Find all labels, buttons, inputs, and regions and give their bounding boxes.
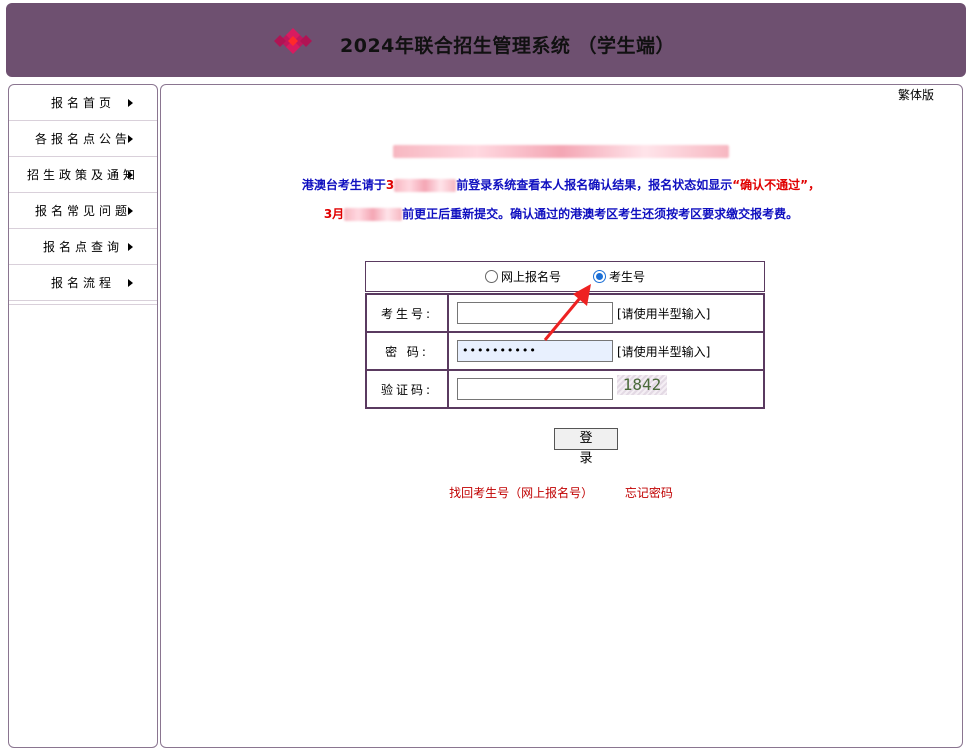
forgot-password-link[interactable]: 忘记密码 [625,486,673,500]
half-width-hint: [请使用半型输入] [617,344,711,359]
notice-line-3: 3月 前更正后重新提交。确认通过的港澳考区考生还须按考区要求缴交报考费。 [161,205,961,222]
sidebar-item-label: 报名流程 [50,276,115,290]
page-title: 2024年联合招生管理系统 （学生端） [340,35,675,57]
sidebar-item-announcements[interactable]: 各报名点公告 [9,121,157,157]
notice-text: 前登录系统查看本人报名确认结果，报名状态如显示 [456,178,733,192]
redacted-block [344,208,403,221]
notice-text: 港澳台考生请于 [301,178,386,192]
captcha-input[interactable] [457,378,613,400]
chevron-right-icon [128,170,133,179]
sidebar-item-process[interactable]: 报名流程 [9,265,157,301]
password-label: 密 码: [366,332,448,370]
notice-date: 3月 [323,207,345,221]
redacted-block [394,179,457,192]
redacted-block [393,145,729,158]
notice-highlight: “确认不通过”， [732,178,821,192]
main-panel: 繁体版 港澳台考生请于3 前登录系统查看本人报名确认结果，报名状态如显示“确认不通… [160,84,963,748]
traditional-chinese-link[interactable]: 繁体版 [898,86,934,103]
login-button[interactable]: 登 录 [554,428,618,466]
chevron-right-icon [128,134,133,143]
chevron-right-icon [128,278,133,287]
sidebar-item-label: 报名常见问题 [34,204,131,218]
chevron-right-icon [128,242,133,251]
exam-no-label: 考生号: [366,294,448,332]
captcha-image[interactable]: 1842 [617,375,667,395]
half-width-hint: [请使用半型输入] [617,306,711,321]
sidebar-item-label: 报名首页 [50,96,115,110]
recover-exam-no-link[interactable]: 找回考生号（网上报名号） [449,486,593,500]
chevron-right-icon [128,206,133,215]
radio-circle[interactable] [484,270,498,283]
diamond-logo-icon [274,28,312,54]
captcha-label: 验证码: [366,370,448,408]
notice-text: 前更正后重新提交。确认通过的港澳考区考生还须按考区要求缴交报考费。 [402,207,799,221]
notice-line-1 [161,144,961,158]
notice-date: 3 [385,178,395,192]
captcha-cell: 1842 [448,370,764,408]
sidebar-item-faq[interactable]: 报名常见问题 [9,193,157,229]
form-row-captcha: 验证码: 1842 [366,370,764,408]
red-arrow-annotation-icon [543,284,591,341]
sidebar-item-label: 各报名点公告 [34,132,131,146]
account-recovery-links: 找回考生号（网上报名号） 忘记密码 [161,484,961,501]
sidebar-item-label: 招生政策及通知 [26,168,139,182]
sidebar-item-location-search[interactable]: 报名点查询 [9,229,157,265]
chevron-right-icon [128,98,133,107]
header-banner: 2024年联合招生管理系统 （学生端） [6,3,966,77]
sidebar-menu: 报名首页 各报名点公告 招生政策及通知 报名常见问题 报名点查询 报名流程 [8,84,158,748]
sidebar-item-policies[interactable]: 招生政策及通知 [9,157,157,193]
sidebar-item-label: 报名点查询 [42,240,123,254]
sidebar-item-home[interactable]: 报名首页 [9,85,157,121]
notice-line-2: 港澳台考生请于3 前登录系统查看本人报名确认结果，报名状态如显示“确认不通过”， [161,176,961,193]
sidebar-divider [9,301,157,305]
